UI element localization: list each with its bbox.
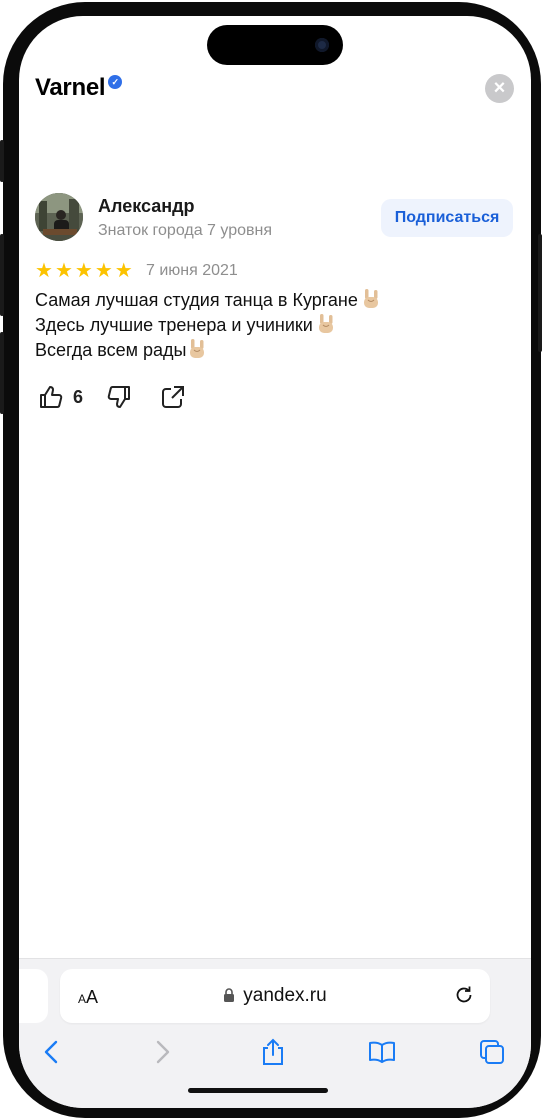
mute-switch [0, 140, 4, 182]
screen: Varnel ✓ × Александр Знаток города 7 уро… [19, 16, 531, 1108]
star-icon: ★ [54, 260, 73, 282]
review-line-text: Самая лучшая студия танца в Кургане [35, 290, 358, 310]
thumbs-up-icon[interactable] [37, 383, 65, 411]
url-text: yandex.ru [243, 985, 327, 1006]
review-line: Здесь лучшие тренера и учиники [35, 313, 505, 338]
volume-up-button [0, 234, 4, 316]
volume-down-button [0, 332, 4, 414]
page-title: Varnel [35, 74, 106, 101]
sign-of-horns-emoji [318, 314, 333, 333]
header: Varnel ✓ [35, 74, 123, 102]
url-display[interactable]: yandex.ru [60, 985, 490, 1007]
star-icon: ★ [35, 260, 53, 282]
phone-frame: Varnel ✓ × Александр Знаток города 7 уро… [0, 2, 542, 1118]
review-text: Самая лучшая студия танца в Кургане Здес… [35, 288, 505, 363]
share-icon[interactable] [258, 1037, 288, 1067]
review-line: Самая лучшая студия танца в Кургане [35, 288, 505, 313]
star-icon: ★ [114, 260, 133, 282]
dynamic-island [207, 25, 343, 65]
book-icon[interactable] [367, 1037, 397, 1067]
browser-toolbar: AA yandex.ru [19, 958, 531, 1108]
tabs-icon[interactable] [477, 1037, 507, 1067]
thumbs-down-icon[interactable] [105, 383, 133, 411]
reload-icon[interactable] [452, 983, 476, 1007]
review-date: 7 июня 2021 [146, 262, 238, 279]
browser-nav [19, 1031, 531, 1081]
share-external-icon[interactable] [159, 383, 187, 411]
verified-badge-icon: ✓ [108, 75, 123, 89]
close-button[interactable]: × [485, 74, 514, 103]
home-indicator [188, 1088, 328, 1093]
lock-icon [224, 988, 235, 1002]
avatar-image [35, 193, 83, 241]
author-level: Знаток города 7 уровня [98, 222, 273, 239]
review-line-text: Всегда всем рады [35, 340, 187, 360]
rating-stars: ★ ★ ★ ★ ★ [35, 261, 133, 281]
review-line: Всегда всем рады [35, 338, 505, 363]
chevron-right-icon[interactable] [147, 1037, 177, 1067]
address-bar[interactable]: AA yandex.ru [60, 969, 490, 1023]
star-icon: ★ [74, 260, 93, 282]
review-line-text: Здесь лучшие тренера и учиники [35, 315, 313, 335]
review-actions: 6 [37, 383, 187, 411]
camera-icon [315, 38, 329, 52]
star-icon: ★ [94, 260, 113, 282]
avatar[interactable] [35, 193, 83, 241]
power-button [538, 234, 542, 352]
author-name[interactable]: Александр [98, 196, 195, 217]
previous-tab-preview[interactable] [19, 969, 48, 1023]
sign-of-horns-emoji [363, 289, 378, 308]
chevron-left-icon[interactable] [37, 1037, 67, 1067]
subscribe-button[interactable]: Подписаться [381, 199, 513, 237]
like-count: 6 [73, 386, 84, 407]
sign-of-horns-emoji [189, 339, 204, 358]
